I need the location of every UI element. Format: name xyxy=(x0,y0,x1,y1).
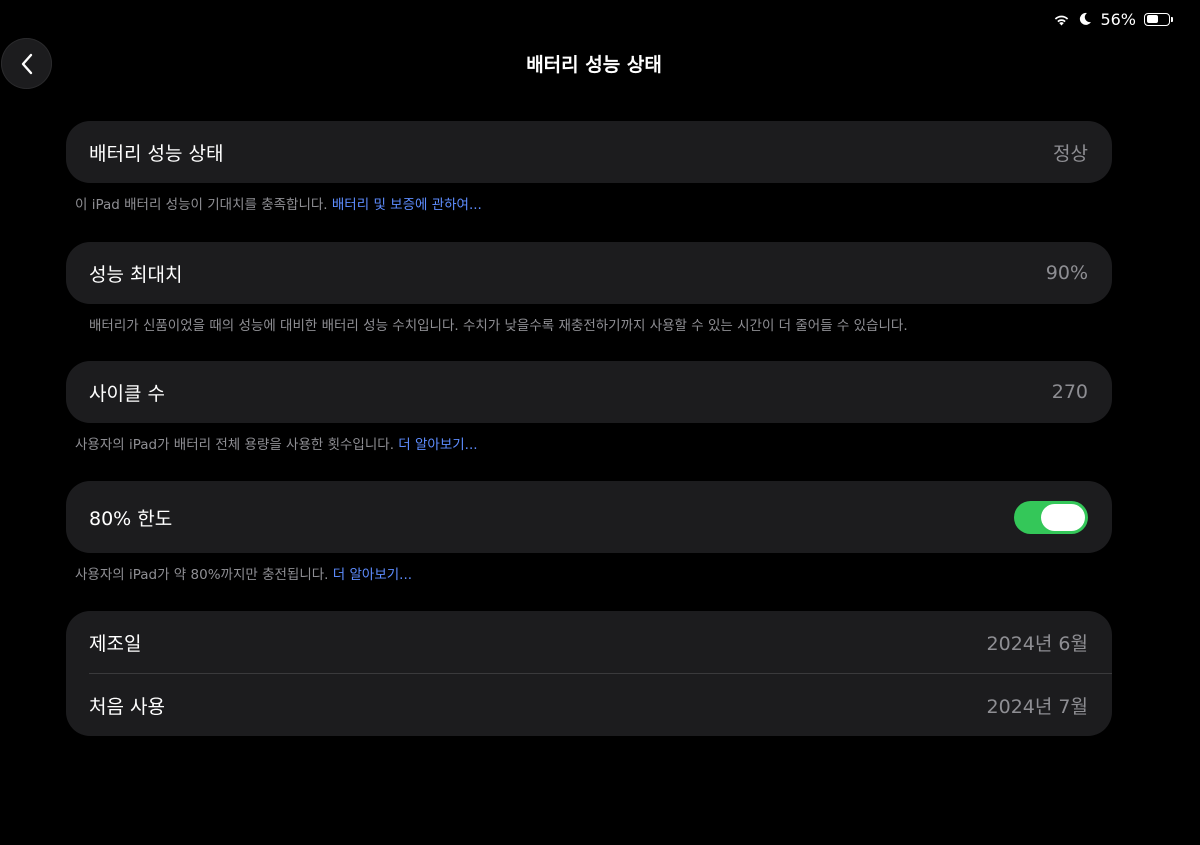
cycle-count-row: 사이클 수 270 xyxy=(66,361,1112,423)
moon-icon xyxy=(1080,12,1092,25)
cycle-count-label: 사이클 수 xyxy=(89,382,165,405)
battery-fill xyxy=(1146,15,1158,23)
manufacture-date-row: 제조일 2024년 6월 xyxy=(66,611,1112,673)
cycle-count-value: 270 xyxy=(1051,381,1088,403)
battery-health-footnote: 이 iPad 배터리 성능이 기대치를 충족합니다. 배터리 및 보증에 관하여… xyxy=(75,193,482,213)
manufacture-date-label: 제조일 xyxy=(89,632,142,655)
limit-80-footnote: 사용자의 iPad가 약 80%까지만 충전됩니다. 더 알아보기... xyxy=(75,563,412,583)
battery-health-card: 배터리 성능 상태 정상 xyxy=(66,121,1112,183)
battery-percent: 56% xyxy=(1100,9,1136,29)
battery-warranty-link[interactable]: 배터리 및 보증에 관하여... xyxy=(332,197,482,213)
max-capacity-label: 성능 최대치 xyxy=(89,263,183,286)
manufacture-date-value: 2024년 6월 xyxy=(986,632,1088,655)
limit-80-row: 80% 한도 xyxy=(66,481,1112,553)
battery-health-value: 정상 xyxy=(1053,142,1088,165)
limit-80-toggle[interactable] xyxy=(1014,500,1088,534)
cycle-count-footnote: 사용자의 iPad가 배터리 전체 용량을 사용한 횟수입니다. 더 알아보기.… xyxy=(75,433,478,453)
battery-icon xyxy=(1144,12,1173,26)
max-capacity-value: 90% xyxy=(1045,262,1088,284)
wifi-icon xyxy=(1055,15,1069,25)
cycle-count-card: 사이클 수 270 xyxy=(66,361,1112,423)
battery-health-footnote-text: 이 iPad 배터리 성능이 기대치를 충족합니다. xyxy=(75,197,332,213)
max-capacity-card: 성능 최대치 90% xyxy=(66,242,1112,304)
battery-health-label: 배터리 성능 상태 xyxy=(89,142,224,165)
limit-learn-more-link[interactable]: 더 알아보기... xyxy=(333,567,412,583)
limit-80-card: 80% 한도 xyxy=(66,481,1112,553)
toggle-knob xyxy=(1041,503,1085,531)
max-capacity-footnote: 배터리가 신품이었을 때의 성능에 대비한 배터리 성능 수치입니다. 수치가 … xyxy=(89,314,908,334)
limit-80-label: 80% 한도 xyxy=(89,507,173,530)
max-capacity-footnote-text: 배터리가 신품이었을 때의 성능에 대비한 배터리 성능 수치입니다. 수치가 … xyxy=(89,318,908,334)
limit-80-footnote-text: 사용자의 iPad가 약 80%까지만 충전됩니다. xyxy=(75,567,333,583)
first-use-value: 2024년 7월 xyxy=(986,695,1088,718)
max-capacity-row: 성능 최대치 90% xyxy=(66,242,1112,304)
cycle-learn-more-link[interactable]: 더 알아보기... xyxy=(398,437,477,453)
first-use-label: 처음 사용 xyxy=(89,695,165,718)
page-title: 배터리 성능 상태 xyxy=(526,54,662,76)
first-use-row: 처음 사용 2024년 7월 xyxy=(66,674,1112,736)
status-bar: 56% xyxy=(1053,8,1173,30)
battery-health-row: 배터리 성능 상태 정상 xyxy=(66,121,1112,183)
dates-card: 제조일 2024년 6월 처음 사용 2024년 7월 xyxy=(66,611,1112,736)
cycle-count-footnote-text: 사용자의 iPad가 배터리 전체 용량을 사용한 횟수입니다. xyxy=(75,437,399,453)
